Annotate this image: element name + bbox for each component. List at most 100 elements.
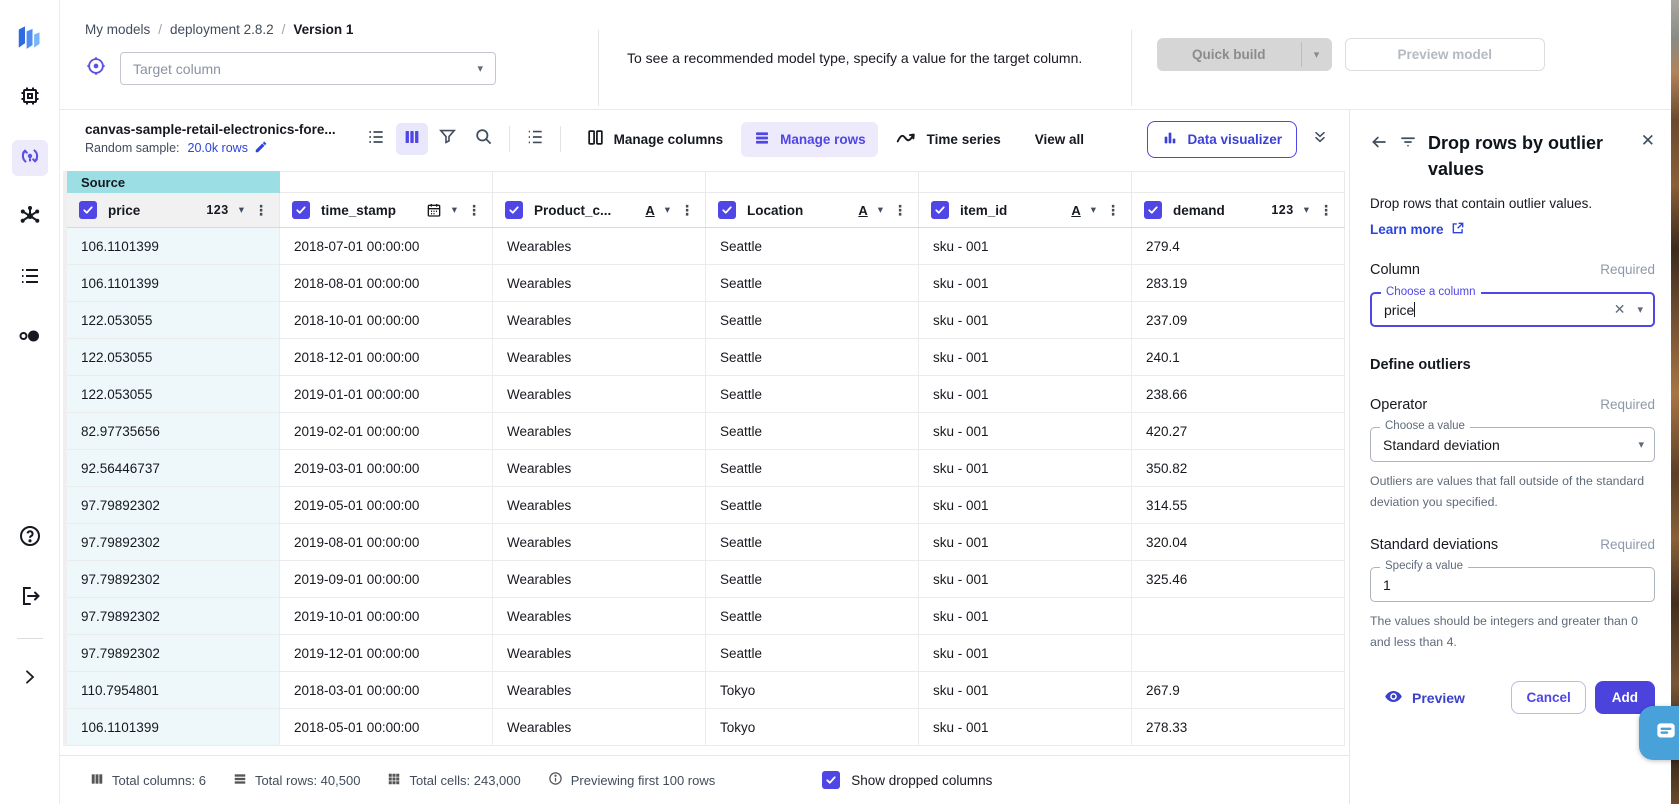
preview-model-button[interactable]: Preview model: [1345, 38, 1546, 71]
table-cell[interactable]: 92.56446737: [67, 450, 280, 486]
table-cell[interactable]: Wearables: [493, 302, 706, 338]
table-cell[interactable]: [1132, 598, 1345, 634]
table-cell[interactable]: Wearables: [493, 450, 706, 486]
table-cell[interactable]: Seattle: [706, 228, 919, 264]
row-list-view-button[interactable]: [360, 123, 392, 155]
kebab-menu-icon[interactable]: ⋮: [251, 202, 271, 219]
table-cell[interactable]: 122.053055: [67, 339, 280, 375]
chevron-down-icon[interactable]: ▾: [452, 204, 457, 216]
time-series-button[interactable]: Time series: [884, 122, 1013, 157]
table-cell[interactable]: Wearables: [493, 524, 706, 560]
panel-back-button[interactable]: [1370, 133, 1388, 156]
table-cell[interactable]: Wearables: [493, 413, 706, 449]
learn-more-link[interactable]: Learn more: [1370, 221, 1465, 238]
quick-build-button[interactable]: Quick build ▾: [1157, 38, 1332, 71]
table-cell[interactable]: sku - 001: [919, 635, 1132, 671]
table-cell[interactable]: sku - 001: [919, 265, 1132, 301]
table-cell[interactable]: 238.66: [1132, 376, 1345, 412]
quick-build-caret[interactable]: ▾: [1302, 38, 1332, 71]
table-cell[interactable]: 122.053055: [67, 302, 280, 338]
table-cell[interactable]: sku - 001: [919, 339, 1132, 375]
preview-button[interactable]: Preview: [1384, 687, 1465, 709]
column-header-item_id[interactable]: item_idA▾⋮: [919, 193, 1132, 227]
table-cell[interactable]: 2019-03-01 00:00:00: [280, 450, 493, 486]
table-cell[interactable]: Seattle: [706, 635, 919, 671]
table-cell[interactable]: sku - 001: [919, 228, 1132, 264]
table-cell[interactable]: 237.09: [1132, 302, 1345, 338]
show-dropped-columns-toggle[interactable]: Show dropped columns: [822, 771, 992, 789]
table-cell[interactable]: 122.053055: [67, 376, 280, 412]
table-cell[interactable]: 2018-12-01 00:00:00: [280, 339, 493, 375]
table-cell[interactable]: 110.7954801: [67, 672, 280, 708]
table-cell[interactable]: sku - 001: [919, 487, 1132, 523]
manage-rows-button[interactable]: Manage rows: [741, 122, 878, 157]
sidebar-item-ready-models[interactable]: [12, 200, 48, 236]
column-header-Location[interactable]: LocationA▾⋮: [706, 193, 919, 227]
column-checkbox[interactable]: [79, 201, 97, 219]
kebab-menu-icon[interactable]: ⋮: [890, 202, 910, 219]
panel-close-button[interactable]: ✕: [1641, 131, 1655, 151]
sidebar-item-automations[interactable]: [12, 320, 48, 356]
table-cell[interactable]: 2018-07-01 00:00:00: [280, 228, 493, 264]
view-all-button[interactable]: View all: [1035, 132, 1084, 147]
table-cell[interactable]: 2018-05-01 00:00:00: [280, 709, 493, 745]
chevron-down-icon[interactable]: ▾: [1638, 438, 1644, 451]
column-checkbox[interactable]: [718, 201, 736, 219]
manage-columns-button[interactable]: Manage columns: [574, 121, 736, 157]
table-cell[interactable]: 106.1101399: [67, 265, 280, 301]
column-header-demand[interactable]: demand123▾⋮: [1132, 193, 1345, 227]
clear-icon[interactable]: ✕: [1614, 301, 1626, 318]
table-cell[interactable]: 2018-03-01 00:00:00: [280, 672, 493, 708]
table-cell[interactable]: 2019-08-01 00:00:00: [280, 524, 493, 560]
table-cell[interactable]: 97.79892302: [67, 561, 280, 597]
target-column-select[interactable]: Target column ▾: [120, 52, 496, 85]
sidebar-item-list[interactable]: [12, 260, 48, 296]
table-cell[interactable]: Wearables: [493, 487, 706, 523]
chevron-down-icon[interactable]: ▾: [878, 204, 883, 216]
table-cell[interactable]: sku - 001: [919, 709, 1132, 745]
table-cell[interactable]: 2019-12-01 00:00:00: [280, 635, 493, 671]
calendar-icon[interactable]: [426, 202, 442, 218]
table-cell[interactable]: 2018-10-01 00:00:00: [280, 302, 493, 338]
table-cell[interactable]: Seattle: [706, 598, 919, 634]
text-type-icon[interactable]: A: [1071, 203, 1080, 218]
table-cell[interactable]: Seattle: [706, 339, 919, 375]
table-cell[interactable]: 278.33: [1132, 709, 1345, 745]
table-cell[interactable]: Seattle: [706, 265, 919, 301]
sidebar-item-datasets[interactable]: [12, 140, 48, 176]
table-cell[interactable]: Seattle: [706, 561, 919, 597]
breadcrumb-deployment[interactable]: deployment 2.8.2: [170, 22, 274, 37]
filter-button[interactable]: [432, 123, 464, 155]
table-cell[interactable]: [1132, 635, 1345, 671]
search-button[interactable]: [468, 123, 500, 155]
table-cell[interactable]: Wearables: [493, 709, 706, 745]
kebab-menu-icon[interactable]: ⋮: [464, 202, 484, 219]
ordered-list-button[interactable]: [519, 123, 551, 155]
chevron-down-icon[interactable]: ▾: [1637, 303, 1643, 316]
text-type-icon[interactable]: A: [858, 203, 867, 218]
table-cell[interactable]: 420.27: [1132, 413, 1345, 449]
table-cell[interactable]: Seattle: [706, 450, 919, 486]
table-cell[interactable]: sku - 001: [919, 376, 1132, 412]
table-cell[interactable]: 320.04: [1132, 524, 1345, 560]
table-cell[interactable]: 97.79892302: [67, 524, 280, 560]
table-cell[interactable]: sku - 001: [919, 598, 1132, 634]
sidebar-item-sign-out[interactable]: [12, 580, 48, 616]
breadcrumb-my-models[interactable]: My models: [85, 22, 150, 37]
table-cell[interactable]: 97.79892302: [67, 487, 280, 523]
numeric-type-icon[interactable]: 123: [1271, 203, 1293, 217]
table-cell[interactable]: 350.82: [1132, 450, 1345, 486]
text-type-icon[interactable]: A: [645, 203, 654, 218]
column-checkbox[interactable]: [505, 201, 523, 219]
table-cell[interactable]: 325.46: [1132, 561, 1345, 597]
table-cell[interactable]: Wearables: [493, 635, 706, 671]
collapse-toolbar-button[interactable]: [1305, 124, 1335, 154]
table-cell[interactable]: sku - 001: [919, 413, 1132, 449]
table-cell[interactable]: sku - 001: [919, 672, 1132, 708]
table-cell[interactable]: Wearables: [493, 376, 706, 412]
column-view-button[interactable]: [396, 123, 428, 155]
column-checkbox[interactable]: [931, 201, 949, 219]
table-cell[interactable]: 97.79892302: [67, 635, 280, 671]
table-cell[interactable]: Wearables: [493, 672, 706, 708]
table-cell[interactable]: Wearables: [493, 598, 706, 634]
